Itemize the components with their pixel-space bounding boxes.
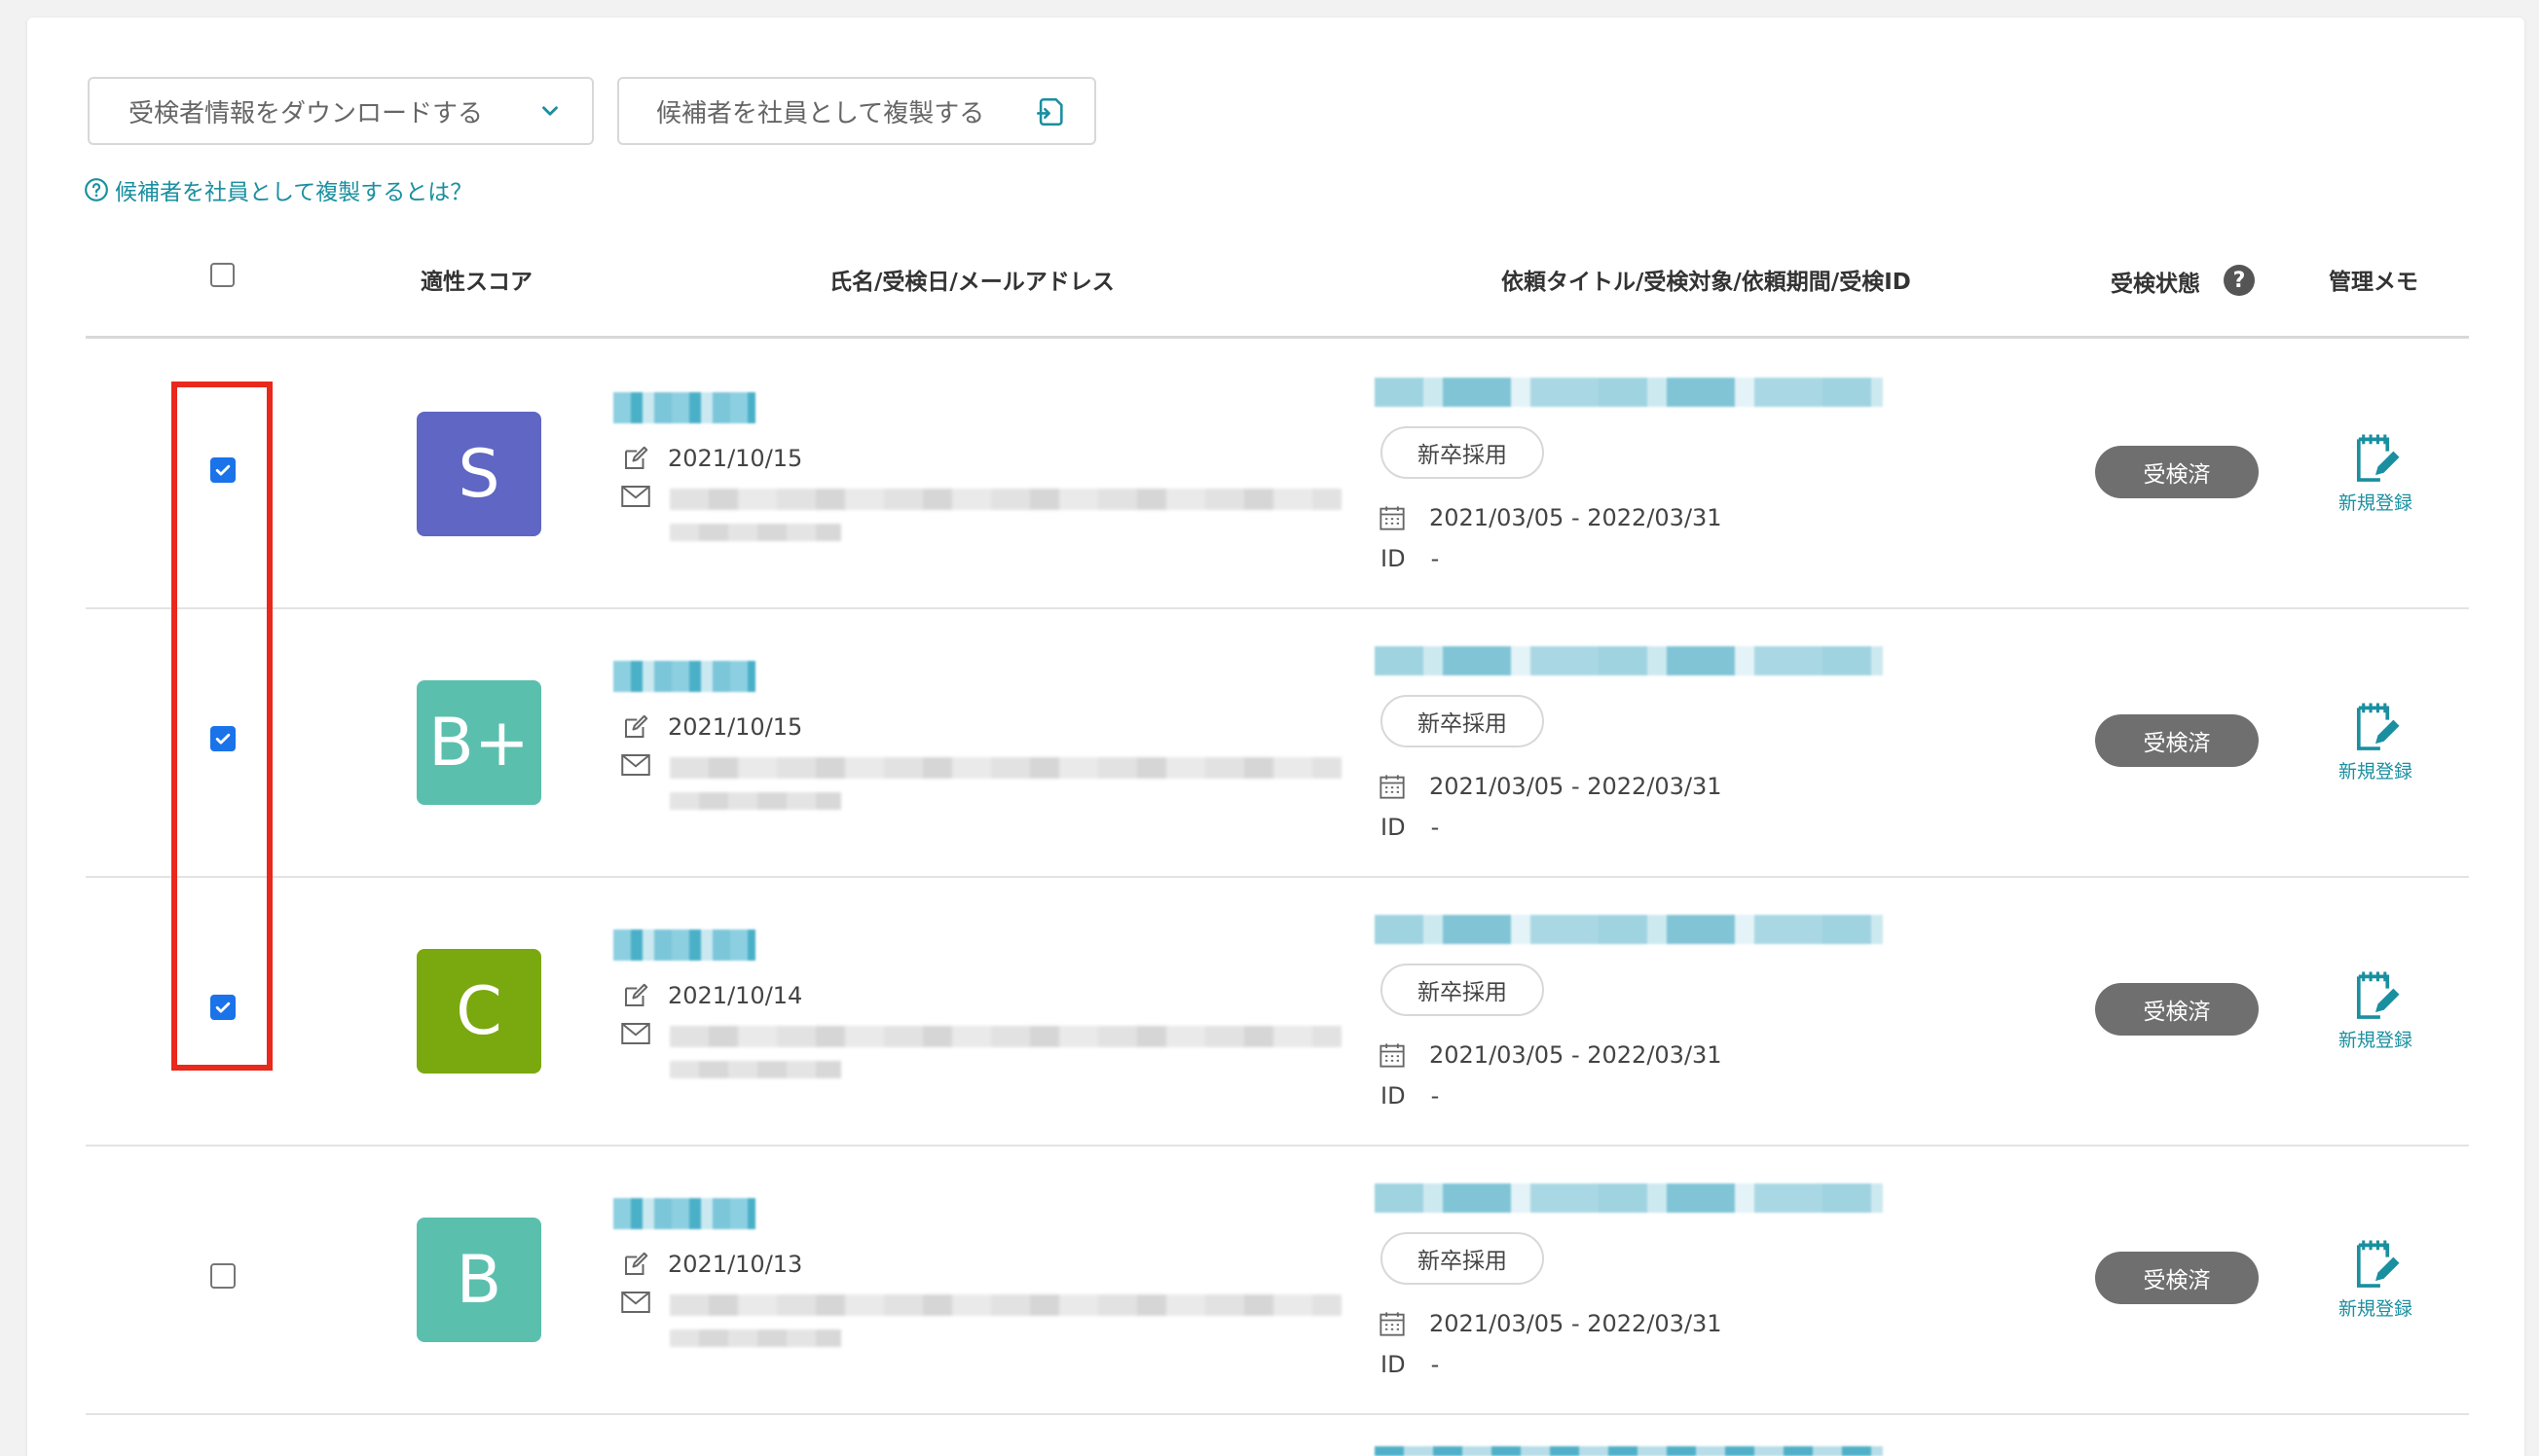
- email-redacted-line2: [670, 524, 841, 541]
- request-period: 2021/03/05 - 2022/03/31: [1429, 504, 1722, 531]
- exam-status-badge: 受検済: [2095, 446, 2259, 498]
- mail-icon: [621, 486, 650, 507]
- exam-date: 2021/10/15: [668, 445, 803, 472]
- aptitude-score-badge: S: [417, 412, 541, 536]
- mail-icon: [621, 1023, 650, 1044]
- request-period: 2021/03/05 - 2022/03/31: [1429, 1310, 1722, 1337]
- exam-status-badge: 受検済: [2095, 1252, 2259, 1304]
- exam-date: 2021/10/13: [668, 1251, 803, 1278]
- exam-id-value: -: [1430, 814, 1440, 841]
- request-period: 2021/03/05 - 2022/03/31: [1429, 773, 1722, 800]
- email-redacted: [670, 757, 1342, 779]
- exam-id-label: ID: [1380, 814, 1406, 841]
- calendar-icon: [1380, 775, 1405, 799]
- row-divider: [86, 607, 2469, 609]
- header-name: 氏名/受検日/メールアドレス: [829, 270, 1115, 295]
- memo-new-label: 新規登録: [2337, 1298, 2412, 1320]
- exam-id-label: ID: [1380, 545, 1406, 572]
- header-request: 依頼タイトル/受検対象/依頼期間/受検ID: [1501, 270, 1911, 295]
- candidate-name-redacted[interactable]: [613, 929, 755, 961]
- row-divider: [86, 876, 2469, 878]
- memo-edit-icon: [2356, 434, 2400, 482]
- request-title-redacted[interactable]: [1375, 1183, 1883, 1213]
- email-redacted-line2: [670, 1061, 841, 1078]
- email-redacted: [670, 489, 1342, 510]
- memo-edit-icon: [2356, 971, 2400, 1019]
- aptitude-score-badge: B: [417, 1218, 541, 1342]
- exam-id-label: ID: [1380, 1082, 1406, 1110]
- row-divider: [86, 1413, 2469, 1415]
- memo-new-button[interactable]: 新規登録: [2327, 969, 2424, 1052]
- mail-icon: [621, 754, 650, 776]
- memo-new-label: 新規登録: [2337, 492, 2412, 514]
- exam-id-value: -: [1430, 1351, 1440, 1378]
- request-title-redacted[interactable]: [1375, 915, 1883, 944]
- memo-new-label: 新規登録: [2337, 761, 2412, 783]
- request-title-redacted[interactable]: [1375, 646, 1883, 675]
- request-title-redacted[interactable]: [1375, 378, 1883, 407]
- candidate-name-redacted[interactable]: [613, 1198, 755, 1229]
- edit-date-icon: [625, 983, 648, 1006]
- table-row: B 2021/10/13 新卒採用 2021/03/05 - 2022/03/3…: [0, 1145, 2539, 1413]
- email-redacted: [670, 1026, 1342, 1047]
- status-help-icon[interactable]: ?: [2224, 265, 2255, 296]
- download-button[interactable]: 受検者情報をダウンロードする: [88, 77, 594, 145]
- exam-status-badge: 受検済: [2095, 714, 2259, 767]
- exam-target-tag: 新卒採用: [1380, 1232, 1544, 1285]
- exam-id-label: ID: [1380, 1351, 1406, 1378]
- duplicate-as-employee-button[interactable]: 候補者を社員として複製する: [617, 77, 1096, 145]
- memo-new-button[interactable]: 新規登録: [2327, 1238, 2424, 1321]
- duplicate-icon: [1036, 97, 1063, 127]
- table-row: S 2021/10/15 新卒採用 2021/03/05 - 2022/03/3…: [0, 339, 2539, 607]
- candidate-name-redacted[interactable]: [613, 392, 755, 423]
- calendar-icon: [1380, 1043, 1405, 1068]
- memo-edit-icon: [2356, 703, 2400, 750]
- table-row: C 2021/10/14 新卒採用 2021/03/05 - 2022/03/3…: [0, 876, 2539, 1145]
- duplicate-help-link[interactable]: 候補者を社員として複製するとは？: [84, 173, 472, 206]
- calendar-icon: [1380, 1312, 1405, 1336]
- email-redacted-line2: [670, 1329, 841, 1347]
- aptitude-score-badge: B+: [417, 680, 541, 805]
- exam-target-tag: 新卒採用: [1380, 426, 1544, 479]
- email-redacted-line2: [670, 792, 841, 810]
- exam-date: 2021/10/15: [668, 713, 803, 741]
- header-score: 適性スコア: [421, 270, 533, 295]
- row-divider: [86, 1145, 2469, 1147]
- edit-date-icon: [625, 1252, 648, 1275]
- memo-new-button[interactable]: 新規登録: [2327, 432, 2424, 515]
- exam-status-badge: 受検済: [2095, 983, 2259, 1036]
- memo-edit-icon: [2356, 1240, 2400, 1288]
- edit-date-icon: [625, 446, 648, 469]
- exam-target-tag: 新卒採用: [1380, 695, 1544, 747]
- duplicate-button-label: 候補者を社員として複製する: [656, 98, 985, 128]
- edit-date-icon: [625, 714, 648, 738]
- mail-icon: [621, 1292, 650, 1313]
- candidate-name-redacted[interactable]: [613, 661, 755, 692]
- question-circle-icon: [85, 178, 108, 201]
- next-row-title-redacted: [1375, 1446, 1883, 1456]
- memo-new-button[interactable]: 新規登録: [2327, 701, 2424, 783]
- exam-target-tag: 新卒採用: [1380, 964, 1544, 1016]
- table-row: B+ 2021/10/15 新卒採用 2021/03/05 - 2022/03/…: [0, 607, 2539, 876]
- memo-new-label: 新規登録: [2337, 1030, 2412, 1051]
- row-checkbox[interactable]: [210, 1263, 236, 1289]
- header-status: 受検状態: [2111, 272, 2200, 297]
- exam-id-value: -: [1430, 545, 1440, 572]
- select-all-checkbox[interactable]: [210, 263, 235, 287]
- header-memo: 管理メモ: [2329, 270, 2418, 295]
- calendar-icon: [1380, 506, 1405, 530]
- exam-id-value: -: [1430, 1082, 1440, 1110]
- aptitude-score-badge: C: [417, 949, 541, 1074]
- exam-date: 2021/10/14: [668, 982, 803, 1009]
- request-period: 2021/03/05 - 2022/03/31: [1429, 1041, 1722, 1069]
- download-button-label: 受検者情報をダウンロードする: [129, 98, 484, 128]
- selection-highlight-box: [171, 382, 273, 1071]
- help-link-label: 候補者を社員として複製するとは？: [115, 180, 473, 205]
- email-redacted: [670, 1294, 1342, 1316]
- chevron-down-icon: [542, 106, 558, 116]
